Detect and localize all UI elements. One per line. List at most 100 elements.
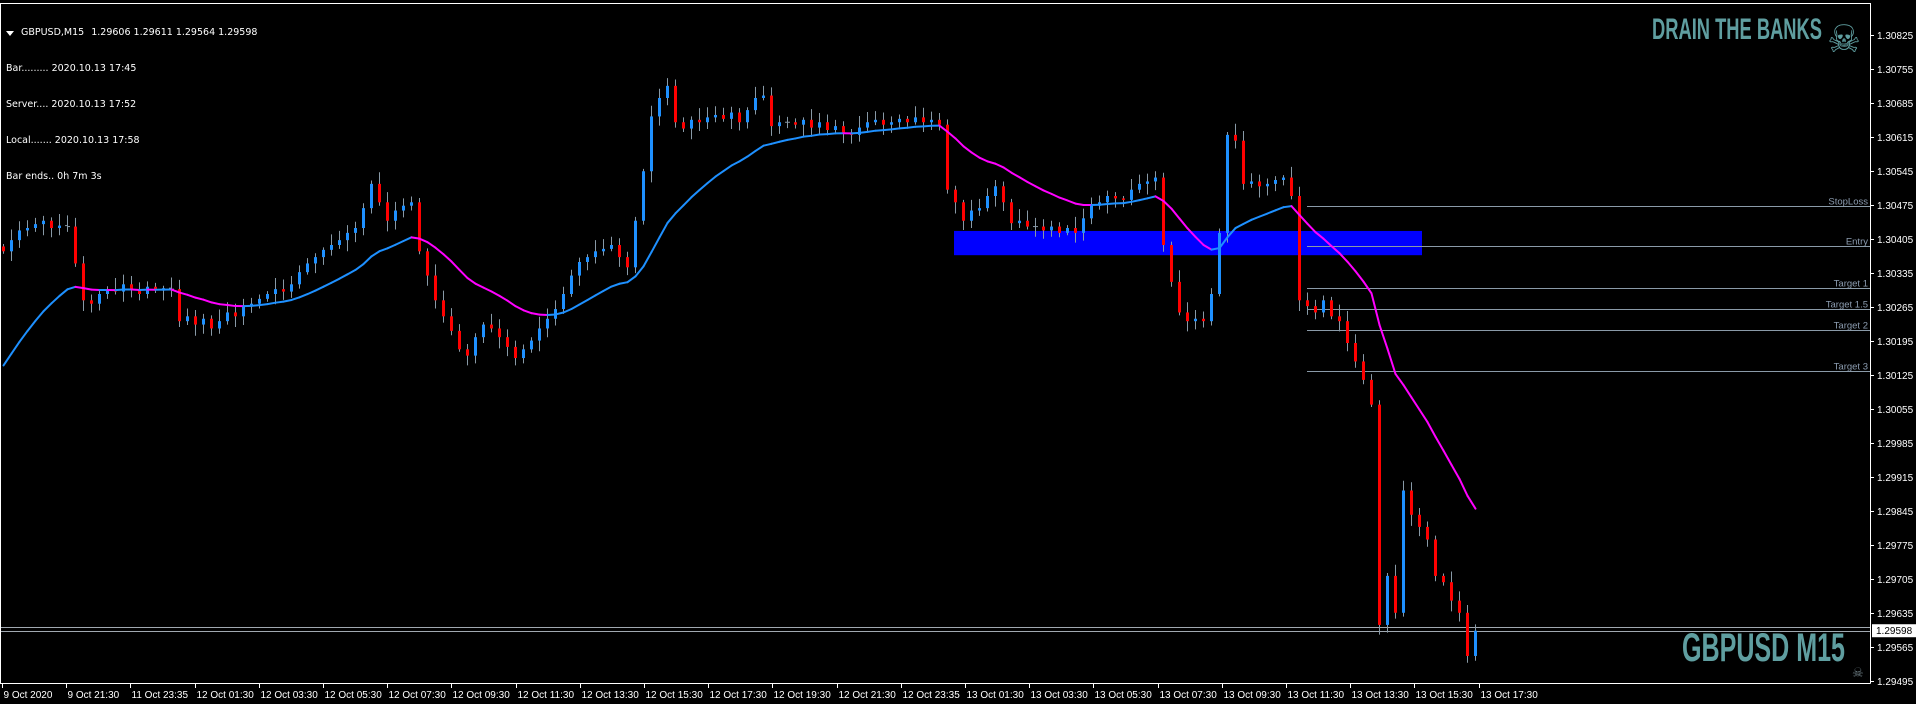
bull-candle-body <box>690 119 693 129</box>
dropdown-triangle-icon[interactable] <box>6 30 14 36</box>
price-tick-label: 1.30825 <box>1877 31 1914 42</box>
moving-average-segment <box>2 352 13 367</box>
moving-average-segment <box>610 282 621 288</box>
time-tick-label: 9 Oct 21:30 <box>68 690 120 701</box>
moving-average-segment <box>1010 171 1021 179</box>
moving-average-segment <box>786 137 797 141</box>
bar-ends-countdown: Bar ends.. 0h 7m 3s <box>6 171 102 182</box>
candle <box>1306 292 1309 315</box>
candle <box>106 286 109 299</box>
bull-candle-body <box>226 312 229 322</box>
bull-candle-body <box>322 249 325 258</box>
bull-candle-body <box>898 118 901 123</box>
bull-candle-body <box>1050 226 1053 231</box>
candle <box>642 168 645 225</box>
candle <box>258 294 261 309</box>
moving-average-segment <box>1234 222 1245 230</box>
moving-average-segment <box>1362 280 1373 295</box>
bull-candle-body <box>370 183 373 209</box>
moving-average-segment <box>482 286 493 293</box>
candle <box>378 172 381 206</box>
bear-candle-body <box>210 318 213 329</box>
candle <box>322 247 325 265</box>
bull-candle-body <box>578 261 581 276</box>
candle <box>1290 166 1293 200</box>
moving-average-segment <box>402 236 413 243</box>
candle <box>554 300 557 326</box>
bull-candle-body <box>706 117 709 123</box>
moving-average-segment <box>1434 435 1445 452</box>
bull-candle-body <box>202 318 205 325</box>
candle <box>586 254 589 271</box>
bear-candle-body <box>1330 300 1333 317</box>
price-chart[interactable]: StopLoss Entry Target 1 Target 1.5 Target 2 T… <box>0 0 1916 704</box>
bull-candle-body <box>266 294 269 299</box>
candle <box>562 286 565 314</box>
time-tick-label: 13 Oct 07:30 <box>1160 690 1218 701</box>
candle <box>850 129 853 144</box>
moving-average-segment <box>74 285 85 290</box>
bear-candle-body <box>962 202 965 221</box>
candle <box>898 114 901 129</box>
candle <box>1226 131 1229 243</box>
moving-average-segment <box>1018 176 1029 183</box>
candle <box>706 107 709 130</box>
time-tick-label: 13 Oct 13:30 <box>1352 690 1410 701</box>
candle <box>1426 521 1429 547</box>
bear-candle-body <box>1306 300 1309 307</box>
bull-candle-body <box>482 324 485 338</box>
candle <box>1090 197 1093 225</box>
bull-candle-body <box>394 210 397 221</box>
candle <box>482 322 485 344</box>
moving-average-segment <box>450 260 461 271</box>
bear-candle-body <box>922 117 925 123</box>
moving-average-segment <box>490 290 501 297</box>
moving-average-segment <box>290 296 301 301</box>
bull-candle-body <box>650 116 653 172</box>
price-tick-label: 1.30405 <box>1877 235 1914 246</box>
bear-candle-body <box>1162 177 1165 246</box>
level-label: Entry <box>1846 237 1868 248</box>
bear-candle-body <box>450 316 453 331</box>
local-time: Local....... 2020.10.13 17:58 <box>6 135 140 146</box>
candle <box>1234 123 1237 149</box>
candle <box>698 108 701 131</box>
bull-candle-body <box>602 248 605 252</box>
entry-zone <box>954 230 1422 256</box>
moving-average-segment <box>618 281 629 285</box>
candle <box>298 265 301 289</box>
bear-candle-body <box>514 346 517 359</box>
bear-candle-body <box>1170 245 1173 282</box>
bear-candle-body <box>1234 134 1237 141</box>
bull-candle-body <box>274 289 277 295</box>
bear-candle-body <box>1298 195 1301 301</box>
bear-candle-body <box>1186 312 1189 322</box>
candle <box>802 117 805 136</box>
bear-candle-body <box>1466 612 1469 656</box>
symbol-header[interactable]: GBPUSD,M15 1.29606 1.29611 1.29564 1.295… <box>6 27 257 39</box>
moving-average-segment <box>1378 323 1389 350</box>
bull-candle-body <box>610 245 613 249</box>
bear-candle-body <box>1354 343 1357 362</box>
moving-average-segment <box>466 277 477 285</box>
bear-candle-body <box>938 119 941 125</box>
moving-average-segment <box>650 236 661 254</box>
candle <box>1210 288 1213 326</box>
candle <box>18 221 21 248</box>
candle <box>1218 228 1221 297</box>
moving-average-segment <box>698 182 709 192</box>
moving-average-segment <box>114 288 125 292</box>
bear-candle-body <box>1338 316 1341 322</box>
candle <box>362 203 365 236</box>
moving-average-segment <box>1426 421 1437 438</box>
bear-candle-body <box>674 85 677 123</box>
candle <box>730 106 733 130</box>
candle <box>1154 171 1157 191</box>
candle <box>354 221 357 243</box>
moving-average-segment <box>874 129 885 132</box>
moving-average-segment <box>922 124 933 128</box>
moving-average-segment <box>1282 205 1293 209</box>
bear-candle-body <box>698 119 701 123</box>
bear-candle-body <box>426 251 429 276</box>
moving-average-segment <box>26 319 37 332</box>
